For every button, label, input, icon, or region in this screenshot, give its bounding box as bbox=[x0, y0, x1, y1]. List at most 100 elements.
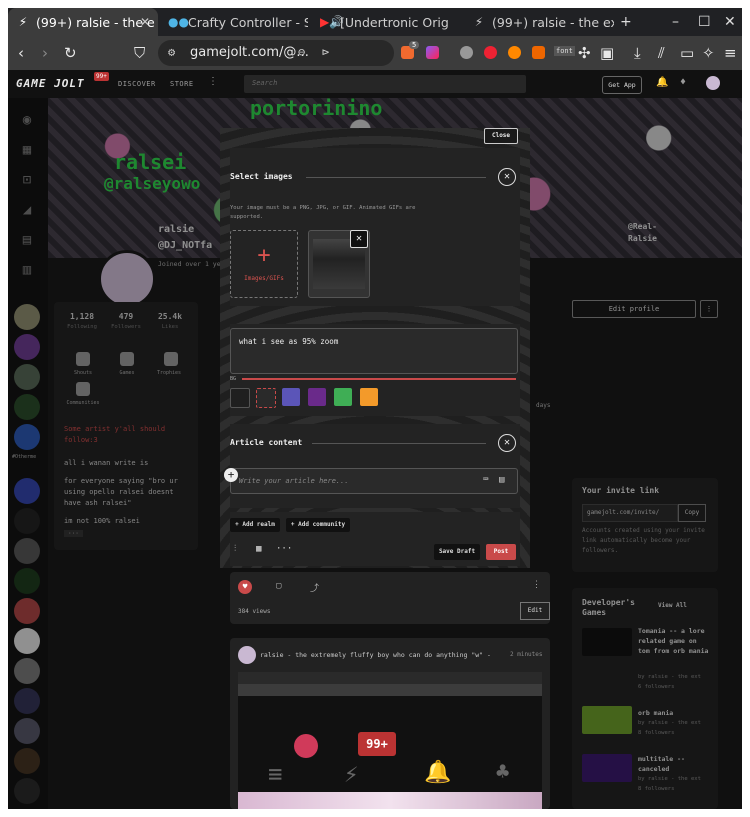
save-draft-button[interactable]: Save Draft bbox=[434, 544, 480, 560]
url-text: gamejolt.com/@... bbox=[190, 45, 309, 60]
more-icon[interactable]: ⋮ bbox=[208, 76, 219, 87]
zoom-icon[interactable]: ⊖ bbox=[298, 45, 305, 59]
caption-textarea[interactable]: what i see as 95% zoom bbox=[230, 328, 518, 374]
download-icon[interactable]: ⤓ bbox=[634, 44, 641, 62]
back-icon[interactable]: ‹ bbox=[18, 44, 24, 62]
background-swatch[interactable] bbox=[308, 388, 326, 406]
leo-icon[interactable]: ✧ bbox=[702, 44, 715, 62]
more-options-icon[interactable]: ··· bbox=[276, 544, 292, 554]
notification-count-badge: 99+ bbox=[94, 72, 109, 81]
article-editor[interactable]: Write your article here... ⌨ ▤ bbox=[230, 468, 518, 494]
record-extension-icon[interactable] bbox=[484, 46, 497, 59]
extension-icon[interactable] bbox=[508, 46, 521, 59]
quests-icon[interactable]: ♦ bbox=[680, 77, 686, 88]
article-placeholder: Write your article here... bbox=[239, 477, 349, 485]
post-button[interactable]: Post bbox=[486, 544, 516, 560]
site-info-icon[interactable]: ⚙ bbox=[168, 45, 175, 59]
close-images-icon[interactable]: ✕ bbox=[498, 168, 516, 186]
get-app-button[interactable]: Get App bbox=[602, 76, 642, 94]
add-realm-button[interactable]: + Add realm bbox=[230, 518, 280, 532]
add-image-button[interactable]: + Images/GIFs bbox=[230, 230, 298, 298]
menu-icon[interactable]: ≡ bbox=[724, 44, 737, 62]
plus-icon: + bbox=[257, 243, 271, 268]
site-logo[interactable]: GAME JOLT bbox=[16, 77, 85, 90]
background-swatch[interactable] bbox=[282, 388, 300, 406]
browser-window: ⚡ (99+) ralsie - the e ✕ ●● Crafty Contr… bbox=[8, 8, 742, 809]
gamejolt-icon: ⚡ bbox=[18, 15, 28, 29]
post-options-icon[interactable]: ⋮ bbox=[532, 580, 541, 590]
screenshot-icon[interactable]: ▣ bbox=[600, 44, 614, 62]
tab-crafty[interactable]: ●● Crafty Controller - Se bbox=[160, 8, 308, 36]
add-image-label: Images/GIFs bbox=[244, 275, 284, 282]
tab-bar: ⚡ (99+) ralsie - the e ✕ ●● Crafty Contr… bbox=[8, 8, 742, 36]
address-bar[interactable]: ⚙ gamejolt.com/@... ⊖ ⊳ bbox=[158, 40, 394, 66]
user-avatar[interactable] bbox=[706, 76, 720, 90]
no-background-swatch[interactable] bbox=[230, 388, 250, 408]
extension-icon[interactable] bbox=[460, 46, 473, 59]
tab-gamejolt-1[interactable]: ⚡ (99+) ralsie - the e ✕ bbox=[8, 8, 158, 36]
brave-rewards-icon[interactable] bbox=[426, 46, 439, 59]
brave-badge: 5 bbox=[409, 41, 420, 49]
minimize-icon[interactable]: – bbox=[672, 14, 679, 30]
select-images-panel: Select images ✕ Your image must be a PNG… bbox=[230, 148, 520, 306]
share-icon[interactable]: ⤴ bbox=[310, 581, 319, 594]
post-age: days bbox=[536, 402, 551, 409]
close-icon[interactable]: ✕ bbox=[140, 15, 150, 29]
site-header: GAME JOLT 99+ DISCOVER STORE ⋮ Search Ge… bbox=[8, 70, 742, 98]
screenshot-toolbar bbox=[238, 684, 542, 696]
tab-gamejolt-2[interactable]: ⚡ (99+) ralsie - the extr bbox=[464, 8, 614, 36]
site-search-input[interactable]: Search bbox=[244, 75, 526, 93]
browser-toolbar: ‹ › ↻ ⛉ ⚙ gamejolt.com/@... ⊖ ⊳ 5 font ✣… bbox=[8, 36, 742, 70]
bg-label: BG bbox=[230, 376, 237, 382]
article-content-title: Article content bbox=[230, 438, 303, 447]
tab-youtube[interactable]: ▶🔊 [Undertronic Orig bbox=[312, 8, 462, 36]
background-swatch[interactable] bbox=[334, 388, 352, 406]
new-tab-button[interactable]: + bbox=[620, 14, 632, 30]
nav-discover[interactable]: DISCOVER bbox=[118, 80, 156, 88]
add-block-button[interactable]: + bbox=[224, 468, 238, 482]
wallet-icon[interactable]: ▭ bbox=[680, 44, 694, 62]
bg-progress bbox=[242, 378, 516, 380]
bell-icon[interactable]: 🔔 bbox=[656, 77, 668, 88]
crafty-icon: ●● bbox=[168, 15, 189, 29]
edit-post-button[interactable]: Edit bbox=[520, 602, 550, 620]
nav-store[interactable]: STORE bbox=[170, 80, 194, 88]
notification-count-badge: 99+ bbox=[358, 732, 396, 756]
reload-icon[interactable]: ↻ bbox=[64, 44, 77, 62]
bitcoin-extension-icon[interactable] bbox=[532, 46, 545, 59]
puzzle-icon[interactable]: ✣ bbox=[578, 44, 591, 62]
background-swatch[interactable] bbox=[360, 388, 378, 406]
heart-icon[interactable]: ♥ bbox=[238, 580, 252, 594]
screenshot-tabbar bbox=[238, 672, 542, 684]
library-icon[interactable]: ⫽ bbox=[658, 44, 665, 62]
background-swatch[interactable] bbox=[256, 388, 276, 408]
bookmark-icon[interactable]: ⛉ bbox=[134, 44, 145, 62]
close-article-icon[interactable]: ✕ bbox=[498, 434, 516, 452]
post-author-avatar[interactable] bbox=[238, 646, 256, 664]
caption-text: what i see as 95% zoom bbox=[239, 337, 339, 346]
font-extension-icon[interactable]: font bbox=[554, 46, 575, 56]
document-icon[interactable]: ▤ bbox=[499, 475, 504, 485]
comment-icon[interactable]: ▢ bbox=[276, 581, 281, 591]
poll-icon[interactable]: ⫶ bbox=[234, 544, 236, 554]
close-window-icon[interactable]: ✕ bbox=[724, 14, 736, 30]
caption-panel: what i see as 95% zoom BG bbox=[230, 324, 520, 416]
divider bbox=[312, 443, 486, 444]
remove-image-icon[interactable]: ✕ bbox=[350, 230, 368, 248]
maximize-icon[interactable]: ☐ bbox=[698, 14, 711, 30]
record-icon bbox=[294, 734, 318, 758]
post-composer-modal: Close Select images ✕ Your image must be… bbox=[220, 128, 530, 568]
composer-footer: + Add realm + Add community ⫶ ▦ ··· Save… bbox=[230, 512, 520, 566]
screenshot-banner-strip bbox=[238, 792, 542, 809]
share-icon[interactable]: ⊳ bbox=[322, 45, 329, 59]
forward-icon[interactable]: › bbox=[42, 44, 48, 62]
gamejolt-page: GAME JOLT 99+ DISCOVER STORE ⋮ Search Ge… bbox=[8, 70, 742, 809]
calendar-icon[interactable]: ▦ bbox=[256, 544, 261, 554]
close-button[interactable]: Close bbox=[484, 128, 518, 144]
post-screenshot[interactable]: 99+ ≡ ⚡ 🔔 ♣ bbox=[238, 672, 542, 809]
add-community-button[interactable]: + Add community bbox=[286, 518, 350, 532]
select-images-title: Select images bbox=[230, 172, 293, 181]
gamejolt-icon: ⚡ bbox=[344, 760, 359, 788]
keyboard-icon[interactable]: ⌨ bbox=[483, 475, 488, 485]
quests-icon: ♣ bbox=[496, 760, 510, 785]
